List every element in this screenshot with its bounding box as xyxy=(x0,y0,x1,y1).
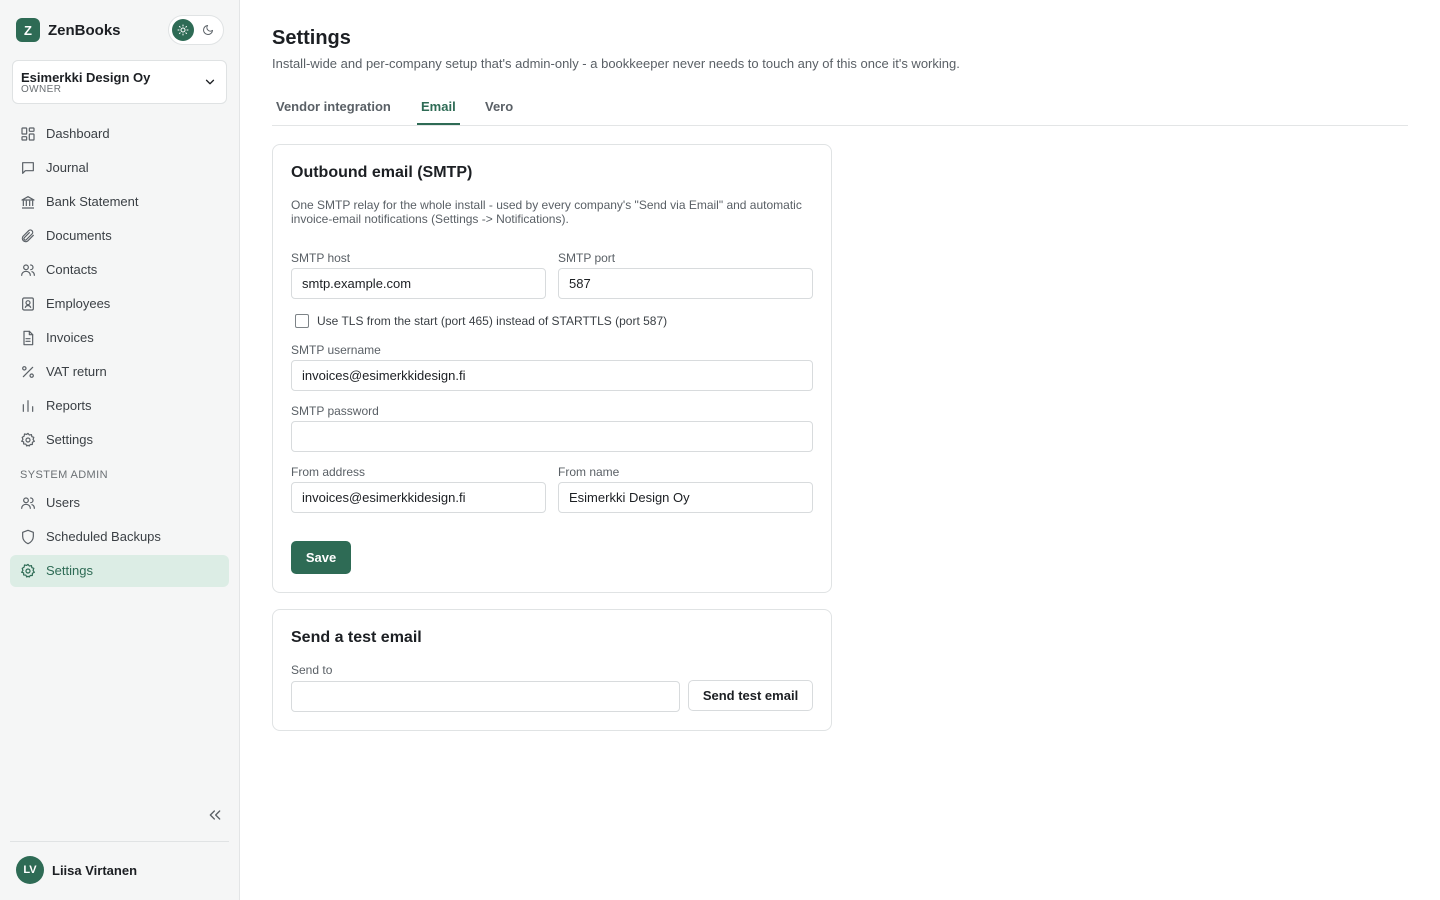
smtp-port-input[interactable] xyxy=(558,268,813,299)
tls-checkbox-label[interactable]: Use TLS from the start (port 465) instea… xyxy=(317,314,667,328)
from-address-label: From address xyxy=(291,465,366,479)
app-logo: Z xyxy=(16,18,40,42)
smtp-username-label: SMTP username xyxy=(291,343,381,357)
sidebar-item-vat-return[interactable]: VAT return xyxy=(10,356,229,388)
send-to-input[interactable] xyxy=(291,681,680,712)
sidebar-item-label: Settings xyxy=(46,432,93,447)
company-name: Esimerkki Design Oy xyxy=(21,70,151,85)
sidebar-item-scheduled-backups[interactable]: Scheduled Backups xyxy=(10,521,229,553)
gear-icon xyxy=(21,432,35,447)
sidebar-item-employees[interactable]: Employees xyxy=(10,288,229,320)
sidebar-item-label: Reports xyxy=(46,398,92,413)
smtp-username-input[interactable] xyxy=(291,360,813,391)
section-label-system-admin: SYSTEM ADMIN xyxy=(20,469,108,481)
sidebar-item-label: Contacts xyxy=(46,262,98,277)
page-subtitle: Install-wide and per-company setup that'… xyxy=(272,56,960,71)
smtp-host-label: SMTP host xyxy=(291,251,351,265)
from-name-input[interactable] xyxy=(558,482,813,513)
sidebar-item-label: VAT return xyxy=(46,364,107,379)
test-email-card: Send a test email Send to Send test emai… xyxy=(272,609,832,731)
employee-badge-icon xyxy=(22,297,34,311)
sidebar-item-label: Bank Statement xyxy=(46,194,139,209)
tls-checkbox[interactable] xyxy=(295,314,309,328)
sidebar-item-label: Scheduled Backups xyxy=(46,529,161,544)
company-switcher[interactable]: Esimerkki Design Oy OWNER xyxy=(12,60,227,104)
tab-vero[interactable]: Vero xyxy=(485,99,513,114)
collapse-sidebar-icon[interactable] xyxy=(206,807,224,823)
sidebar-item-bank-statement[interactable]: Bank Statement xyxy=(10,186,229,218)
users-icon xyxy=(21,497,35,509)
active-tab-indicator xyxy=(417,123,460,125)
sidebar-item-label: Users xyxy=(46,495,80,510)
bank-icon xyxy=(21,196,35,209)
smtp-host-input[interactable] xyxy=(291,268,546,299)
sidebar-item-label: Journal xyxy=(46,160,89,175)
save-button[interactable]: Save xyxy=(291,541,351,574)
sidebar-item-label: Invoices xyxy=(46,330,94,345)
smtp-card-title: Outbound email (SMTP) xyxy=(291,164,473,181)
smtp-port-label: SMTP port xyxy=(558,251,616,265)
smtp-password-input[interactable] xyxy=(291,421,813,452)
user-name[interactable]: Liisa Virtanen xyxy=(52,863,137,878)
sidebar-item-contacts[interactable]: Contacts xyxy=(10,254,229,286)
paperclip-icon xyxy=(21,229,34,243)
sidebar-item-invoices[interactable]: Invoices xyxy=(10,322,229,354)
invoice-icon xyxy=(23,330,34,346)
tab-vendor-integration[interactable]: Vendor integration xyxy=(276,99,391,114)
sidebar-item-admin-settings[interactable]: Settings xyxy=(10,555,229,587)
page-title: Settings xyxy=(272,27,351,49)
send-test-email-button[interactable]: Send test email xyxy=(688,680,813,711)
shield-icon xyxy=(22,529,34,545)
tab-email[interactable]: Email xyxy=(421,99,456,114)
sidebar-item-documents[interactable]: Documents xyxy=(10,220,229,252)
sidebar-item-reports[interactable]: Reports xyxy=(10,390,229,422)
journal-icon xyxy=(22,162,34,174)
sidebar-item-label: Employees xyxy=(46,296,111,311)
divider xyxy=(10,841,229,842)
contacts-icon xyxy=(21,264,35,276)
from-address-input[interactable] xyxy=(291,482,546,513)
theme-toggle[interactable] xyxy=(168,15,224,45)
sidebar-item-settings[interactable]: Settings xyxy=(10,424,229,456)
from-name-label: From name xyxy=(558,465,620,479)
smtp-card-description: One SMTP relay for the whole install - u… xyxy=(291,198,802,226)
sidebar-item-label: Dashboard xyxy=(46,126,110,141)
smtp-password-label: SMTP password xyxy=(291,404,379,418)
gear-icon xyxy=(21,563,35,578)
moon-icon[interactable] xyxy=(197,19,219,41)
chevron-down-icon xyxy=(205,79,215,85)
sidebar-item-label: Settings xyxy=(46,563,93,578)
sun-icon[interactable] xyxy=(172,19,194,41)
brand[interactable]: Z ZenBooks xyxy=(16,18,121,42)
sidebar-item-dashboard[interactable]: Dashboard xyxy=(10,118,229,150)
sidebar-item-label: Documents xyxy=(46,228,112,243)
avatar[interactable]: LV xyxy=(16,856,44,884)
send-to-label: Send to xyxy=(291,663,333,677)
sidebar-item-journal[interactable]: Journal xyxy=(10,152,229,184)
bar-chart-icon xyxy=(22,400,34,412)
app-name: ZenBooks xyxy=(48,21,121,39)
dashboard-icon xyxy=(21,127,35,141)
test-email-card-title: Send a test email xyxy=(291,629,422,646)
sidebar-item-users[interactable]: Users xyxy=(10,487,229,519)
percent-icon xyxy=(22,366,34,378)
tabs-divider xyxy=(272,125,1408,126)
sidebar: Z ZenBooks Esimerkki Design Oy OWNER Das… xyxy=(0,0,240,900)
smtp-card: Outbound email (SMTP) One SMTP relay for… xyxy=(272,144,832,593)
company-role: OWNER xyxy=(21,84,62,95)
